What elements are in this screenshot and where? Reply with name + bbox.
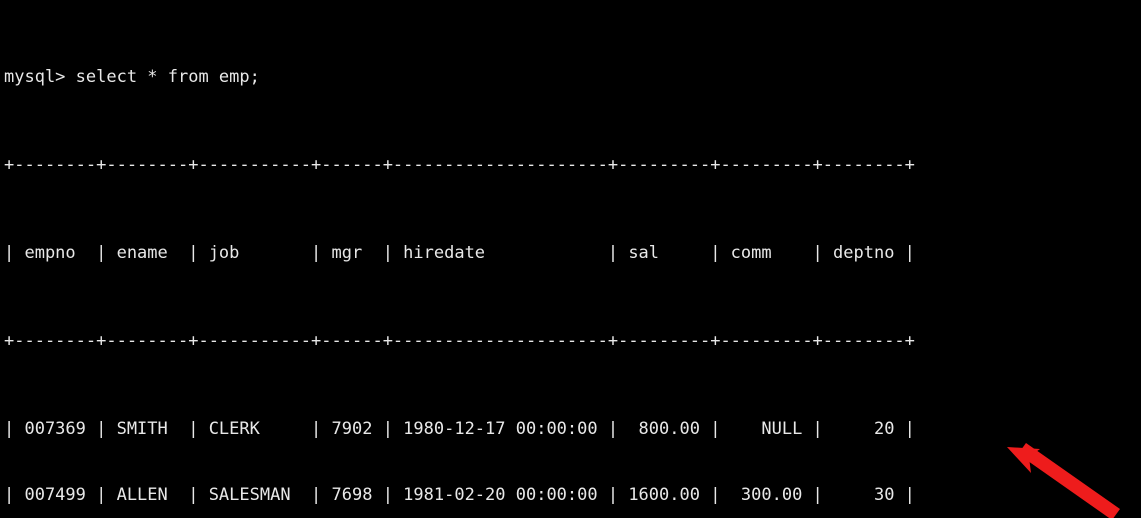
table-border-header: +--------+--------+-----------+------+--… (4, 331, 915, 351)
table-row: | 007369 | SMITH | CLERK | 7902 | 1980-1… (4, 419, 915, 439)
terminal-screen: mysql> select * from emp; +--------+----… (4, 0, 915, 518)
table-header-row: | empno | ename | job | mgr | hiredate |… (4, 243, 915, 263)
mysql-terminal-window: mysql> select * from emp; +--------+----… (0, 0, 1141, 518)
red-arrow-annotation (1007, 443, 1120, 518)
command-line: mysql> select * from emp; (4, 67, 260, 87)
table-border-top: +--------+--------+-----------+------+--… (4, 155, 915, 175)
table-row: | 007499 | ALLEN | SALESMAN | 7698 | 198… (4, 485, 915, 505)
